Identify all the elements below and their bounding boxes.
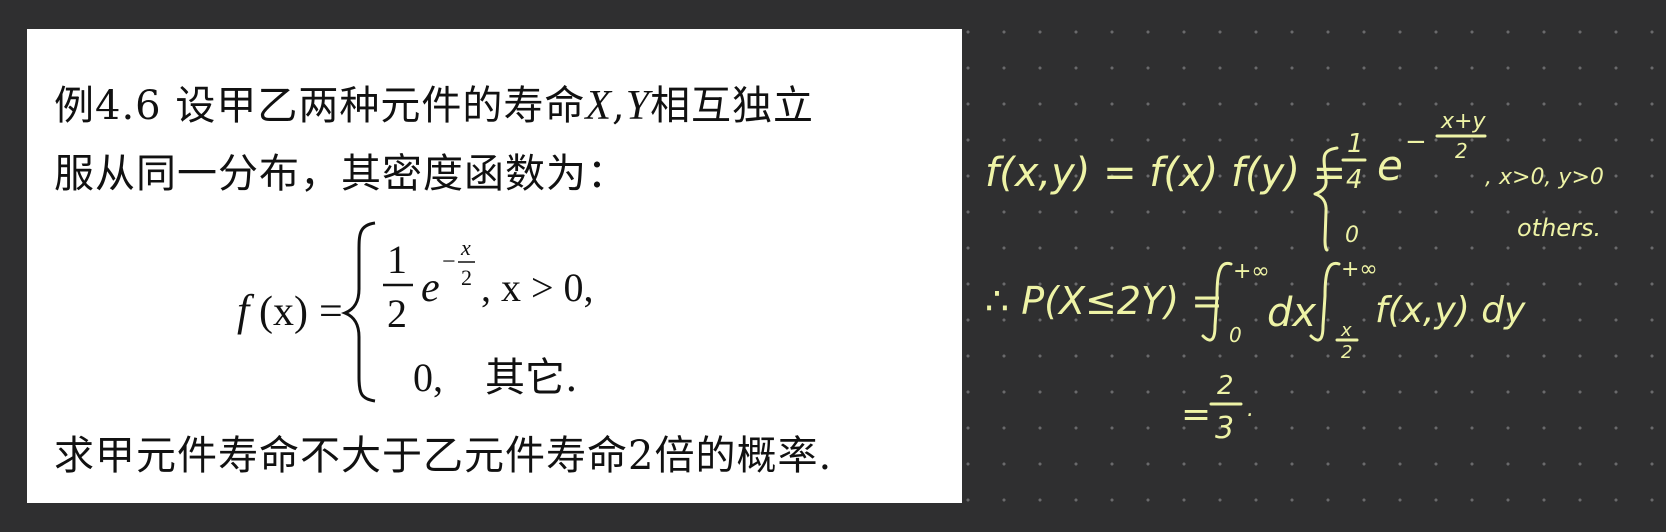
inner-integral-upper-limit: +∞ (1341, 257, 1378, 282)
solution-coefficient-numerator: 1 (1347, 129, 1364, 159)
solution-exponent-numerator: x+y (1440, 109, 1486, 134)
problem-card: 例4.6 设甲乙两种元件的寿命X,Y相互独立 服从同一分布，其密度函数为： f … (27, 29, 962, 503)
formula-lhs-f: f (237, 286, 255, 335)
case-brace (340, 221, 376, 403)
variable-separator: , (611, 83, 626, 129)
formula-lhs-argument: (x) (259, 289, 308, 335)
probability-lhs: ∴ P(X≤2Y) = (985, 279, 1223, 323)
variable-y: Y (625, 83, 651, 129)
formula-equals: = (319, 289, 343, 335)
solution-exponent-sign: − (1405, 127, 1427, 157)
joint-density-lhs: f(x,y) = f(x) f(y) = (985, 150, 1346, 196)
inner-integral-lower-denominator: 2 (1341, 342, 1352, 363)
inner-integral-lower-numerator: x (1340, 320, 1352, 341)
integrand: f(x,y) dy (1375, 290, 1526, 331)
case1-exponential-base: e (421, 265, 440, 311)
case1-exponent-numerator: x (460, 235, 471, 260)
result-dot: . (1247, 397, 1254, 422)
density-formula-svg: f (x) = 1 2 e − x 2 , x > 0, 0, 其它. (237, 221, 594, 403)
problem-line-3: 求甲元件寿命不大于乙元件寿命2倍的概率. (54, 433, 833, 479)
solution-case2-value: 0 (1345, 223, 1359, 248)
solution-exponent-denominator: 2 (1455, 139, 1468, 163)
handwritten-solution: f(x,y) = f(x) f(y) = 1 4 e − x+y 2 , x>0… (985, 100, 1625, 460)
outer-integral-lower-limit: 0 (1229, 323, 1242, 347)
solution-coefficient-denominator: 4 (1346, 165, 1363, 195)
case2-condition: 其它. (485, 355, 578, 401)
outer-integral-upper-limit: +∞ (1233, 259, 1270, 284)
result-denominator: 3 (1215, 411, 1234, 446)
case1-exponent-denominator: 2 (461, 265, 472, 290)
density-formula: f (x) = 1 2 e − x 2 , x > 0, 0, 其它. (237, 221, 657, 403)
result-equals: = (1181, 394, 1211, 435)
result-numerator: 2 (1217, 371, 1234, 401)
solution-exponential-base: e (1377, 141, 1403, 190)
case2-value: 0, (413, 355, 443, 400)
problem-line-1: 例4.6 设甲乙两种元件的寿命X,Y相互独立 (54, 73, 814, 131)
solution-case2-condition: others. (1517, 214, 1601, 242)
case1-exponent-sign: − (442, 249, 456, 275)
variable-x: X (585, 83, 612, 129)
problem-line-2: 服从同一分布，其密度函数为： (54, 151, 628, 197)
outer-integral-variable: dx (1267, 290, 1316, 336)
problem-line-1-prefix: 例4.6 设甲乙两种元件的寿命 (54, 83, 586, 129)
handwritten-solution-svg: f(x,y) = f(x) f(y) = 1 4 e − x+y 2 , x>0… (985, 109, 1604, 446)
case1-fraction-denominator: 2 (387, 291, 407, 336)
case1-fraction-numerator: 1 (387, 237, 407, 282)
screen: { "problem": { "line1_prefix": "例4.6 设甲乙… (0, 0, 1666, 532)
case1-condition: , x > 0, (481, 265, 594, 310)
solution-case1-condition: , x>0, y>0 (1485, 165, 1604, 190)
problem-line-1-suffix: 相互独立 (650, 83, 815, 129)
